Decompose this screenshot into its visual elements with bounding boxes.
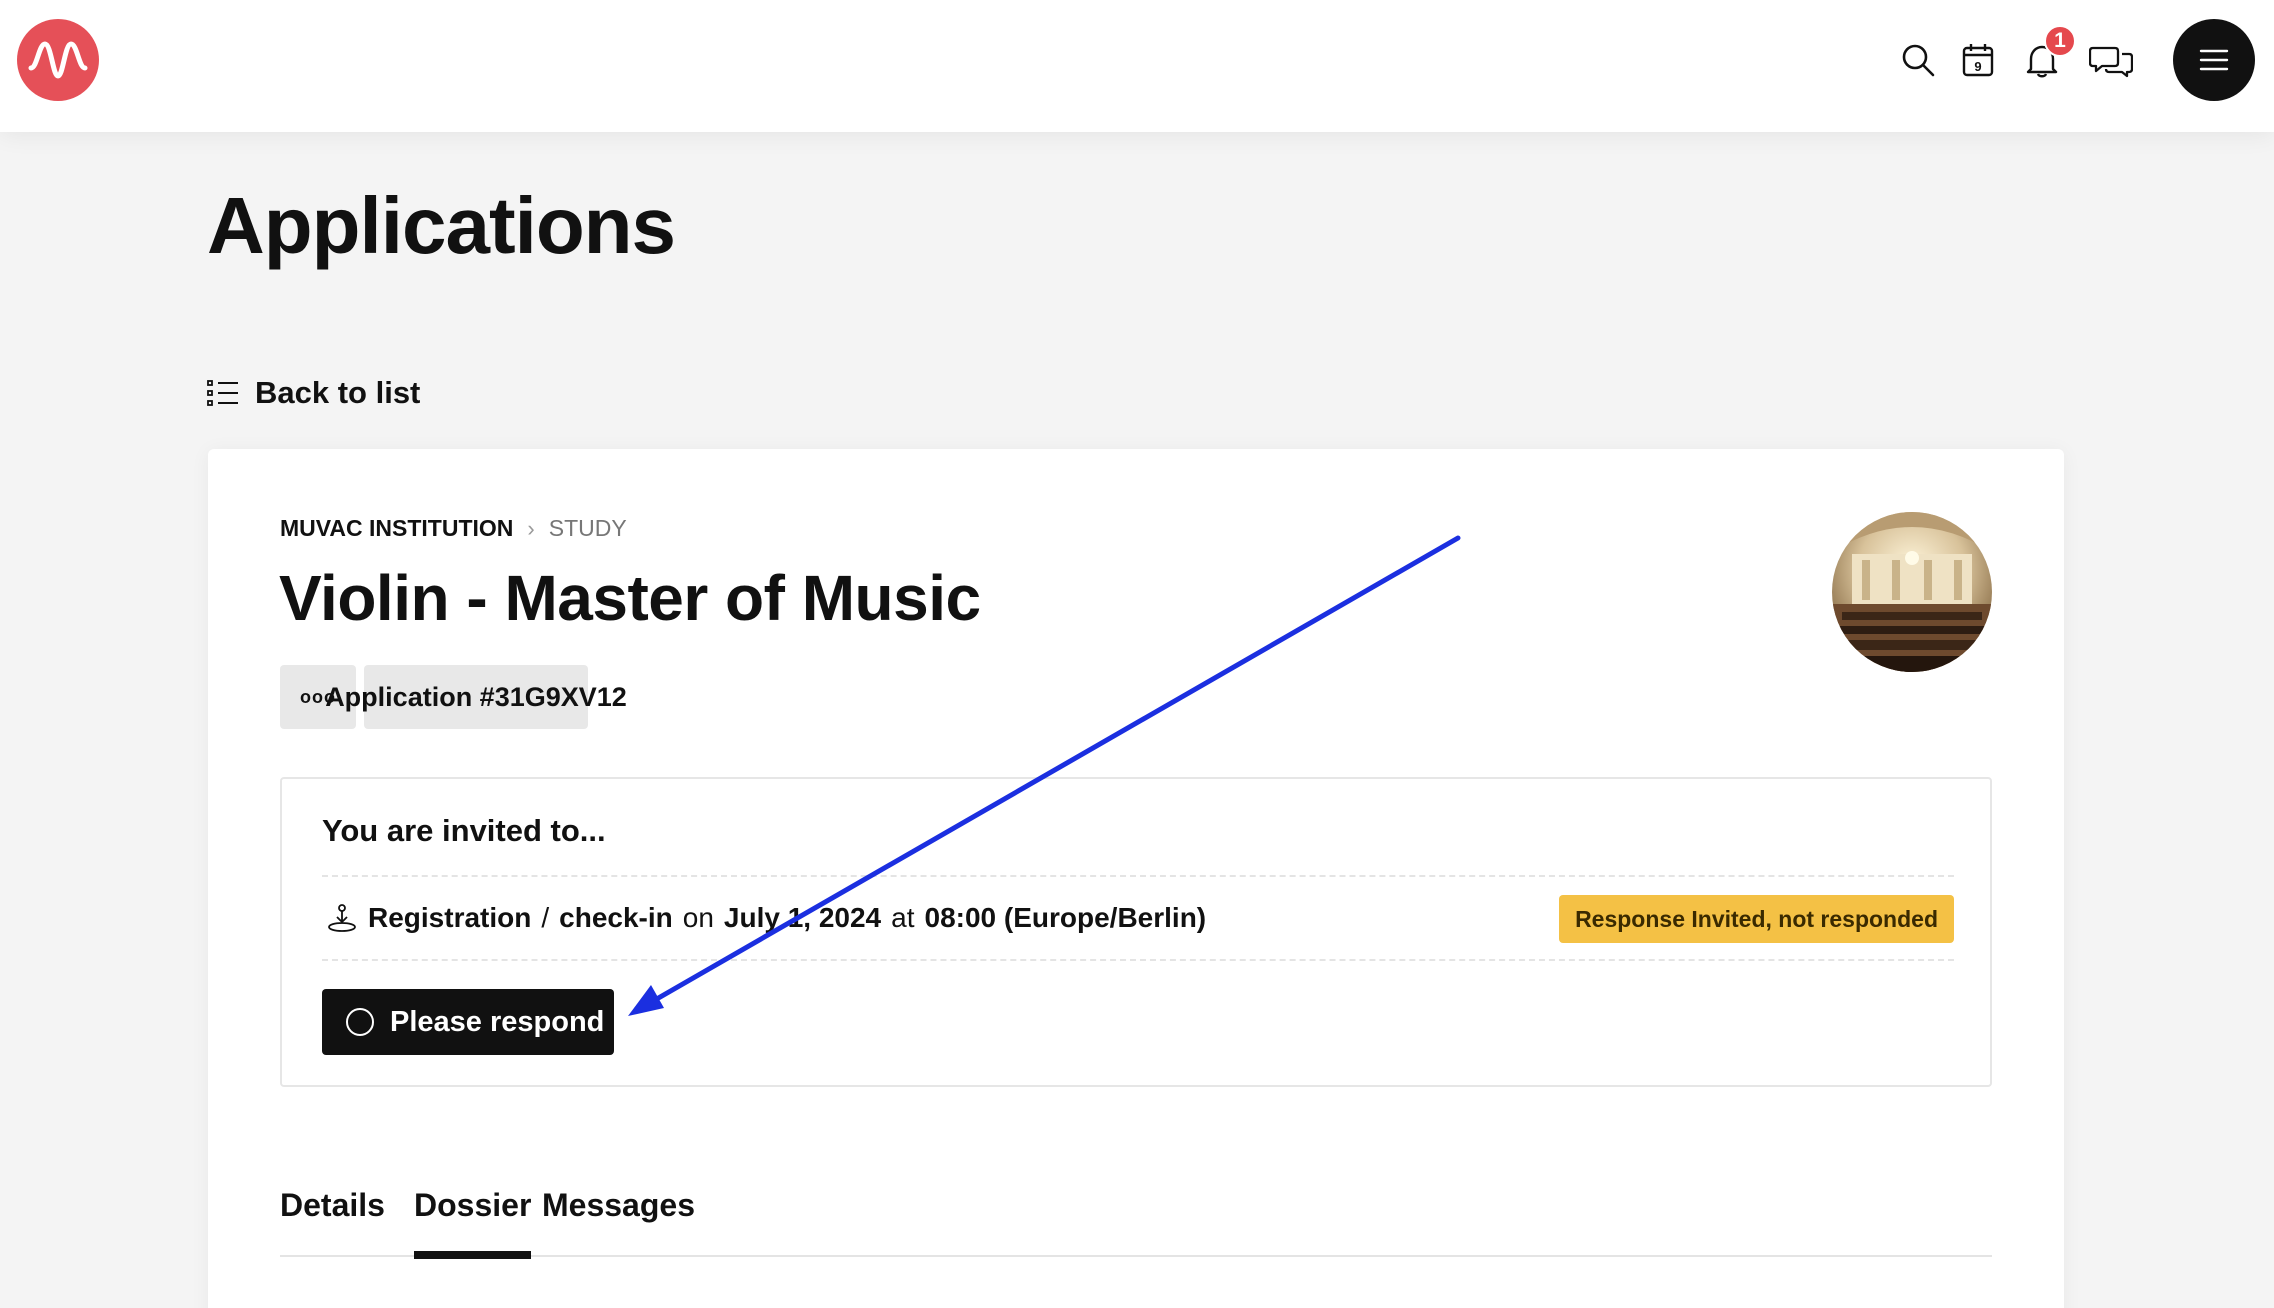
top-navigation-bar: 9 1 [0,0,2274,132]
hamburger-icon [2199,49,2229,71]
breadcrumb-study[interactable]: STUDY [549,515,627,542]
tab-details[interactable]: Details [280,1161,385,1257]
invitation-heading: You are invited to... [322,813,606,848]
concert-hall-avatar [1832,512,1992,672]
response-status-badge: Response Invited, not responded [1559,895,1954,943]
application-card: MUVAC INSTITUTION › STUDY Violin - Maste… [208,449,2064,1308]
back-to-list-label: Back to list [255,375,421,410]
circle-icon [346,1008,374,1036]
back-to-list-link[interactable]: Back to list [207,375,420,411]
tab-dossier[interactable]: Dossier [414,1161,532,1259]
please-respond-button[interactable]: Please respond [322,989,614,1055]
check-in-icon [328,904,356,932]
muvac-logo[interactable] [17,19,99,101]
event-type-registration: Registration [368,902,532,933]
application-tabs: Details Dossier Messages [280,1161,1992,1259]
calendar-icon[interactable]: 9 [1958,40,1998,80]
search-icon[interactable] [1898,40,1938,80]
application-title: Violin - Master of Music [279,562,981,634]
event-type-check-in: check-in [559,902,673,933]
invitation-event-row: Registration / check-in on July 1, 2024 … [322,875,1954,961]
page-title: Applications [207,181,676,270]
event-time: 08:00 (Europe/Berlin) [924,902,1207,933]
breadcrumb-institution[interactable]: MUVAC INSTITUTION [280,515,513,542]
event-date: July 1, 2024 [723,902,882,933]
invitation-box: You are invited to... Registration / che… [280,777,1992,1087]
event-at-word: at [891,902,915,933]
tab-messages[interactable]: Messages [542,1161,695,1257]
notification-count-badge: 1 [2044,25,2076,57]
main-menu-button[interactable] [2173,19,2255,101]
please-respond-label: Please respond [390,1005,605,1038]
chevron-right-icon: › [527,515,535,541]
calendar-day: 9 [1974,59,1981,74]
event-type-separator: / [541,902,550,933]
list-icon [207,380,238,406]
event-on-word: on [682,902,714,933]
application-id-label: Application #31G9XV12 [325,681,627,712]
chat-icon[interactable] [2088,40,2134,80]
wave-logo-icon [28,41,88,79]
application-id-chip[interactable]: Application #31G9XV12 [325,665,627,729]
breadcrumb: MUVAC INSTITUTION › STUDY [280,515,627,542]
